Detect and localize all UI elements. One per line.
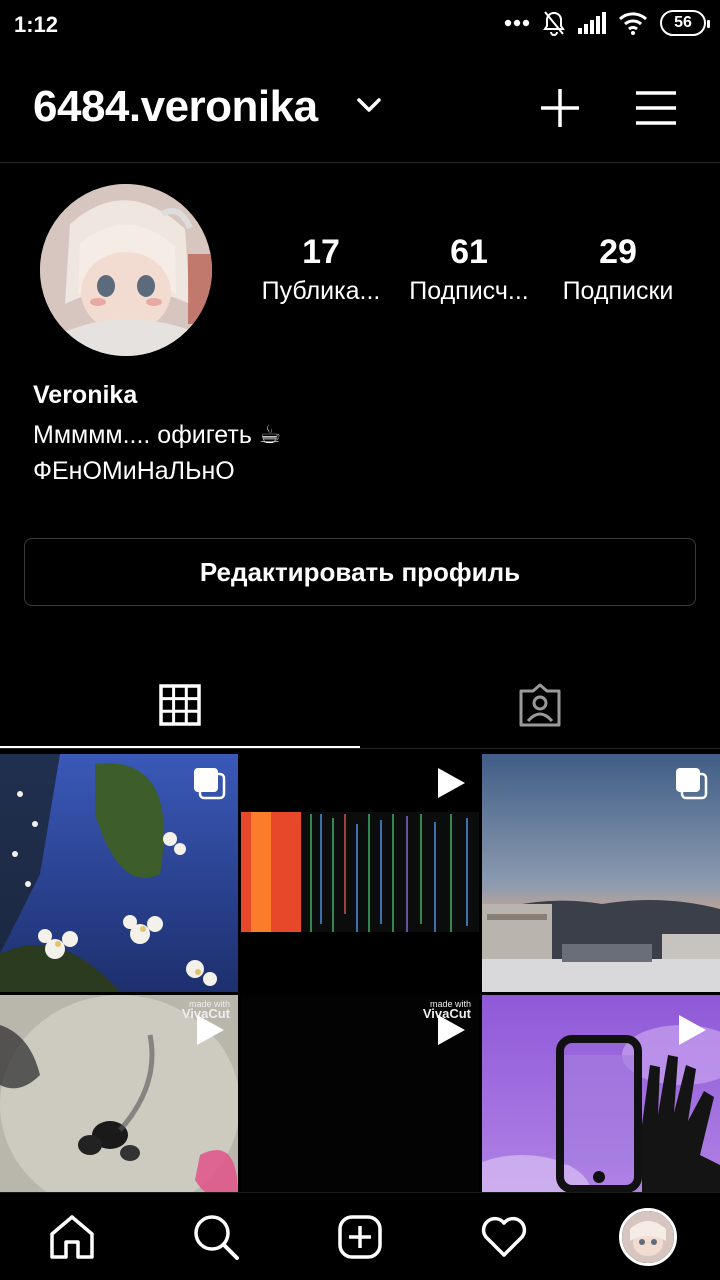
profile-display-name: Veronika xyxy=(33,381,138,409)
nav-activity[interactable] xyxy=(472,1205,536,1269)
carousel-icon xyxy=(676,768,708,800)
tab-grid[interactable] xyxy=(0,660,360,750)
tabs-divider xyxy=(0,748,720,749)
menu-button[interactable] xyxy=(632,84,680,132)
video-play-icon xyxy=(438,768,465,798)
grid-icon xyxy=(159,684,201,726)
stat-followers-label: Подписч... xyxy=(409,277,529,305)
chevron-down-icon[interactable] xyxy=(356,96,382,114)
home-icon xyxy=(50,1215,94,1259)
tagged-person-icon xyxy=(519,683,561,727)
stat-following-count: 29 xyxy=(599,233,637,271)
video-play-icon xyxy=(679,1015,706,1045)
bio-line-2: ФЕнОМиНаЛЬнО xyxy=(33,457,235,485)
status-bar: 1:12 56 xyxy=(0,0,720,52)
post-tile-1[interactable] xyxy=(0,754,238,992)
carousel-icon xyxy=(194,768,226,800)
hamburger-menu-icon xyxy=(636,91,676,125)
nav-search[interactable] xyxy=(184,1205,248,1269)
bio-line-1: Ммммм.... офигеть ☕ xyxy=(33,421,282,449)
status-icons: 56 xyxy=(504,10,710,36)
wifi-icon xyxy=(618,12,648,35)
account-username[interactable]: 6484.veronika xyxy=(33,82,318,132)
stat-following[interactable]: 29 Подписки xyxy=(538,230,698,308)
status-time: 1:12 xyxy=(14,12,59,37)
tab-tagged[interactable] xyxy=(360,660,720,750)
more-dots-icon xyxy=(504,19,530,27)
add-post-icon xyxy=(338,1215,382,1259)
new-post-button[interactable] xyxy=(536,84,584,132)
bottom-navigation xyxy=(0,1192,720,1280)
header-divider xyxy=(0,162,720,163)
nav-home[interactable] xyxy=(40,1205,104,1269)
heart-icon xyxy=(481,1216,527,1257)
profile-header: 6484.veronika xyxy=(0,70,720,144)
search-icon xyxy=(194,1215,239,1260)
video-play-icon xyxy=(438,1015,465,1045)
post-tile-3[interactable] xyxy=(482,754,720,992)
stat-posts-count: 17 xyxy=(302,233,340,271)
plus-icon xyxy=(541,89,579,127)
post-tile-2[interactable] xyxy=(241,754,479,992)
stat-following-label: Подписки xyxy=(562,277,674,305)
edit-profile-button[interactable]: Редактировать профиль xyxy=(24,538,696,606)
stat-posts-label: Публика... xyxy=(261,277,381,305)
stat-followers[interactable]: 61 Подписч... xyxy=(389,230,549,308)
stat-posts[interactable]: 17 Публика... xyxy=(241,230,401,308)
notifications-off-icon xyxy=(543,11,565,36)
nav-profile[interactable] xyxy=(616,1205,680,1269)
profile-avatar[interactable] xyxy=(40,184,212,356)
battery-indicator: 56 xyxy=(660,10,710,36)
nav-new-post[interactable] xyxy=(328,1205,392,1269)
stat-followers-count: 61 xyxy=(450,233,488,271)
nav-profile-avatar xyxy=(619,1208,677,1266)
signal-icon xyxy=(578,12,606,34)
video-play-icon xyxy=(197,1015,224,1045)
